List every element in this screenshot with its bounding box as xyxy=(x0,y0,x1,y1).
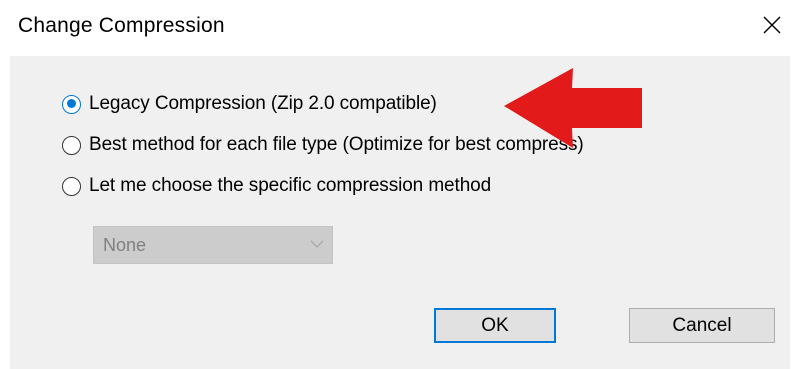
cancel-button[interactable]: Cancel xyxy=(629,308,775,343)
radio-option-best-method[interactable]: Best method for each file type (Optimize… xyxy=(62,134,584,156)
radio-button[interactable] xyxy=(62,176,81,196)
close-icon xyxy=(763,16,781,34)
compression-method-select[interactable]: None xyxy=(93,226,333,264)
radio-button-checked[interactable] xyxy=(62,94,81,114)
radio-label-choose-method: Let me choose the specific compression m… xyxy=(89,175,492,196)
dialog-body: Legacy Compression (Zip 2.0 compatible) … xyxy=(10,56,790,369)
chevron-down-icon xyxy=(310,240,324,248)
change-compression-dialog: Change Compression Legacy Compression (Z… xyxy=(0,0,799,369)
radio-label-best-method: Best method for each file type (Optimize… xyxy=(89,134,584,155)
select-value: None xyxy=(103,235,147,255)
ok-button[interactable]: OK xyxy=(434,308,556,343)
dialog-title: Change Compression xyxy=(18,14,225,37)
radio-option-choose-method[interactable]: Let me choose the specific compression m… xyxy=(62,175,491,197)
radio-label-legacy: Legacy Compression (Zip 2.0 compatible) xyxy=(89,93,437,114)
close-button[interactable] xyxy=(757,10,787,40)
title-bar: Change Compression xyxy=(0,0,799,56)
radio-button[interactable] xyxy=(62,135,81,155)
radio-option-legacy[interactable]: Legacy Compression (Zip 2.0 compatible) xyxy=(62,93,437,115)
